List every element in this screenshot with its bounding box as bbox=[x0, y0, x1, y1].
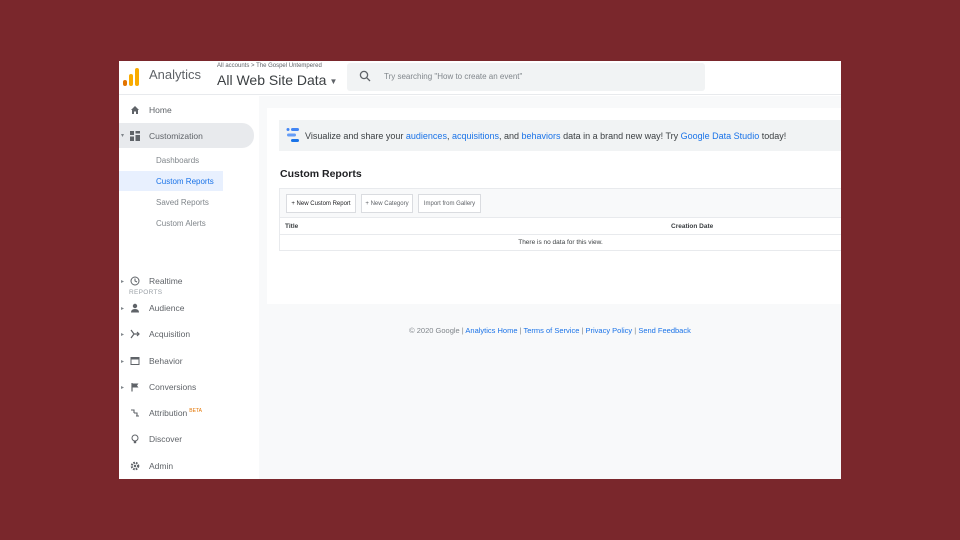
sidebar-item-label: Home bbox=[149, 105, 172, 115]
acquisitions-link[interactable]: acquisitions bbox=[452, 131, 499, 141]
expand-arrow-icon: ▸ bbox=[121, 278, 125, 285]
beta-badge: BETA bbox=[189, 408, 202, 415]
reports-toolbar: + New Custom Report + New Category Impor… bbox=[279, 188, 841, 218]
expand-arrow-icon: ▸ bbox=[121, 384, 125, 391]
privacy-policy-link[interactable]: Privacy Policy bbox=[586, 326, 633, 335]
sidebar-item-label: Dashboards bbox=[156, 155, 200, 165]
sidebar-item-realtime[interactable]: ▸ Realtime bbox=[119, 271, 255, 291]
behaviors-link[interactable]: behaviors bbox=[522, 131, 561, 141]
search-placeholder: Try searching "How to create an event" bbox=[384, 72, 523, 81]
analytics-logo-icon[interactable] bbox=[123, 66, 139, 86]
footer: © 2020 Google | Analytics Home | Terms o… bbox=[259, 326, 841, 335]
sidebar-item-behavior[interactable]: ▸ Behavior bbox=[119, 351, 255, 371]
sidebar-item-label: Audience bbox=[149, 303, 185, 313]
person-icon bbox=[129, 302, 141, 314]
sidebar-item-home[interactable]: Home bbox=[119, 100, 255, 120]
sidebar-item-customization[interactable]: ▾ Customization bbox=[119, 123, 254, 148]
app-name: Analytics bbox=[149, 67, 202, 82]
banner-text-part: today! bbox=[759, 130, 787, 141]
banner-text-part: , and bbox=[499, 130, 522, 141]
lightbulb-icon bbox=[129, 433, 141, 445]
expand-arrow-icon: ▸ bbox=[121, 305, 125, 312]
sidebar-item-audience[interactable]: ▸ Audience bbox=[119, 298, 255, 318]
sidebar-item-acquisition[interactable]: ▸ Acquisition bbox=[119, 324, 255, 344]
expand-arrow-icon: ▸ bbox=[121, 331, 125, 338]
top-header: Analytics All accounts > The Gospel Unte… bbox=[119, 61, 841, 95]
expand-arrow-icon: ▾ bbox=[121, 133, 125, 139]
sidebar-item-attribution[interactable]: Attribution BETA bbox=[119, 403, 255, 423]
main-content: Visualize and share your audiences, acqu… bbox=[259, 96, 841, 479]
banner-text-part: Visualize and share your bbox=[305, 130, 406, 141]
sidebar-item-custom-reports[interactable]: Custom Reports bbox=[119, 171, 223, 191]
analytics-window: Analytics All accounts > The Gospel Unte… bbox=[119, 61, 841, 479]
search-icon bbox=[359, 70, 371, 82]
sidebar: Home ▾ Customization Dashboards Custom R… bbox=[119, 96, 259, 479]
account-view-selector[interactable]: All Web Site Data ▼ bbox=[217, 72, 337, 88]
audiences-link[interactable]: audiences bbox=[406, 131, 447, 141]
sidebar-item-label: Behavior bbox=[149, 356, 183, 366]
column-header-title[interactable]: Title bbox=[285, 223, 298, 230]
data-studio-icon bbox=[286, 128, 299, 142]
page-title: Custom Reports bbox=[280, 168, 362, 180]
sidebar-item-conversions[interactable]: ▸ Conversions bbox=[119, 377, 255, 397]
behavior-window-icon bbox=[129, 355, 141, 367]
sidebar-item-admin[interactable]: Admin bbox=[119, 456, 255, 476]
empty-table-message: There is no data for this view. bbox=[279, 235, 841, 251]
terms-of-service-link[interactable]: Terms of Service bbox=[524, 326, 580, 335]
analytics-home-link[interactable]: Analytics Home bbox=[465, 326, 517, 335]
data-studio-banner: Visualize and share your audiences, acqu… bbox=[279, 120, 841, 151]
account-view-label: All Web Site Data bbox=[217, 72, 327, 88]
sidebar-item-label: Custom Alerts bbox=[156, 218, 206, 228]
banner-text-part: data in a brand new way! Try bbox=[560, 130, 681, 141]
sidebar-item-label: Custom Reports bbox=[156, 176, 214, 186]
clock-icon bbox=[129, 275, 141, 287]
sidebar-item-label: Attribution BETA bbox=[149, 408, 202, 418]
attribution-label: Attribution bbox=[149, 408, 188, 418]
reports-table-header: Title Creation Date bbox=[279, 218, 841, 235]
expand-arrow-icon: ▸ bbox=[121, 358, 125, 365]
customization-grid-icon bbox=[129, 130, 141, 142]
sidebar-item-label: Realtime bbox=[149, 276, 183, 286]
sidebar-item-dashboards[interactable]: Dashboards bbox=[119, 150, 223, 170]
sidebar-item-label: Admin bbox=[149, 461, 174, 471]
flag-icon bbox=[129, 381, 141, 393]
account-breadcrumb[interactable]: All accounts > The Gospel Untempered bbox=[217, 63, 322, 69]
sidebar-item-discover[interactable]: Discover bbox=[119, 429, 255, 449]
new-custom-report-button[interactable]: + New Custom Report bbox=[286, 194, 356, 213]
new-category-button[interactable]: + New Category bbox=[361, 194, 413, 213]
banner-text: Visualize and share your audiences, acqu… bbox=[305, 131, 786, 141]
sidebar-item-label: Saved Reports bbox=[156, 197, 209, 207]
sidebar-item-label: Conversions bbox=[149, 382, 197, 392]
search-box[interactable]: Try searching "How to create an event" bbox=[347, 63, 705, 91]
sidebar-item-label: Acquisition bbox=[149, 329, 191, 339]
custom-reports-card: Visualize and share your audiences, acqu… bbox=[267, 108, 841, 304]
data-studio-link[interactable]: Google Data Studio bbox=[681, 131, 760, 141]
caret-down-icon: ▼ bbox=[329, 76, 338, 86]
column-header-creation-date[interactable]: Creation Date bbox=[671, 223, 713, 230]
copyright-text: © 2020 Google bbox=[409, 326, 460, 335]
acquisition-merge-icon bbox=[129, 328, 141, 340]
sidebar-item-custom-alerts[interactable]: Custom Alerts bbox=[119, 213, 223, 233]
sidebar-item-saved-reports[interactable]: Saved Reports bbox=[119, 192, 223, 212]
gear-icon bbox=[129, 460, 141, 472]
home-icon bbox=[129, 104, 141, 116]
attribution-icon bbox=[129, 407, 141, 419]
sidebar-item-label: Discover bbox=[149, 434, 183, 444]
send-feedback-link[interactable]: Send Feedback bbox=[638, 326, 691, 335]
import-from-gallery-button[interactable]: Import from Gallery bbox=[418, 194, 481, 213]
sidebar-item-label: Customization bbox=[149, 130, 203, 141]
